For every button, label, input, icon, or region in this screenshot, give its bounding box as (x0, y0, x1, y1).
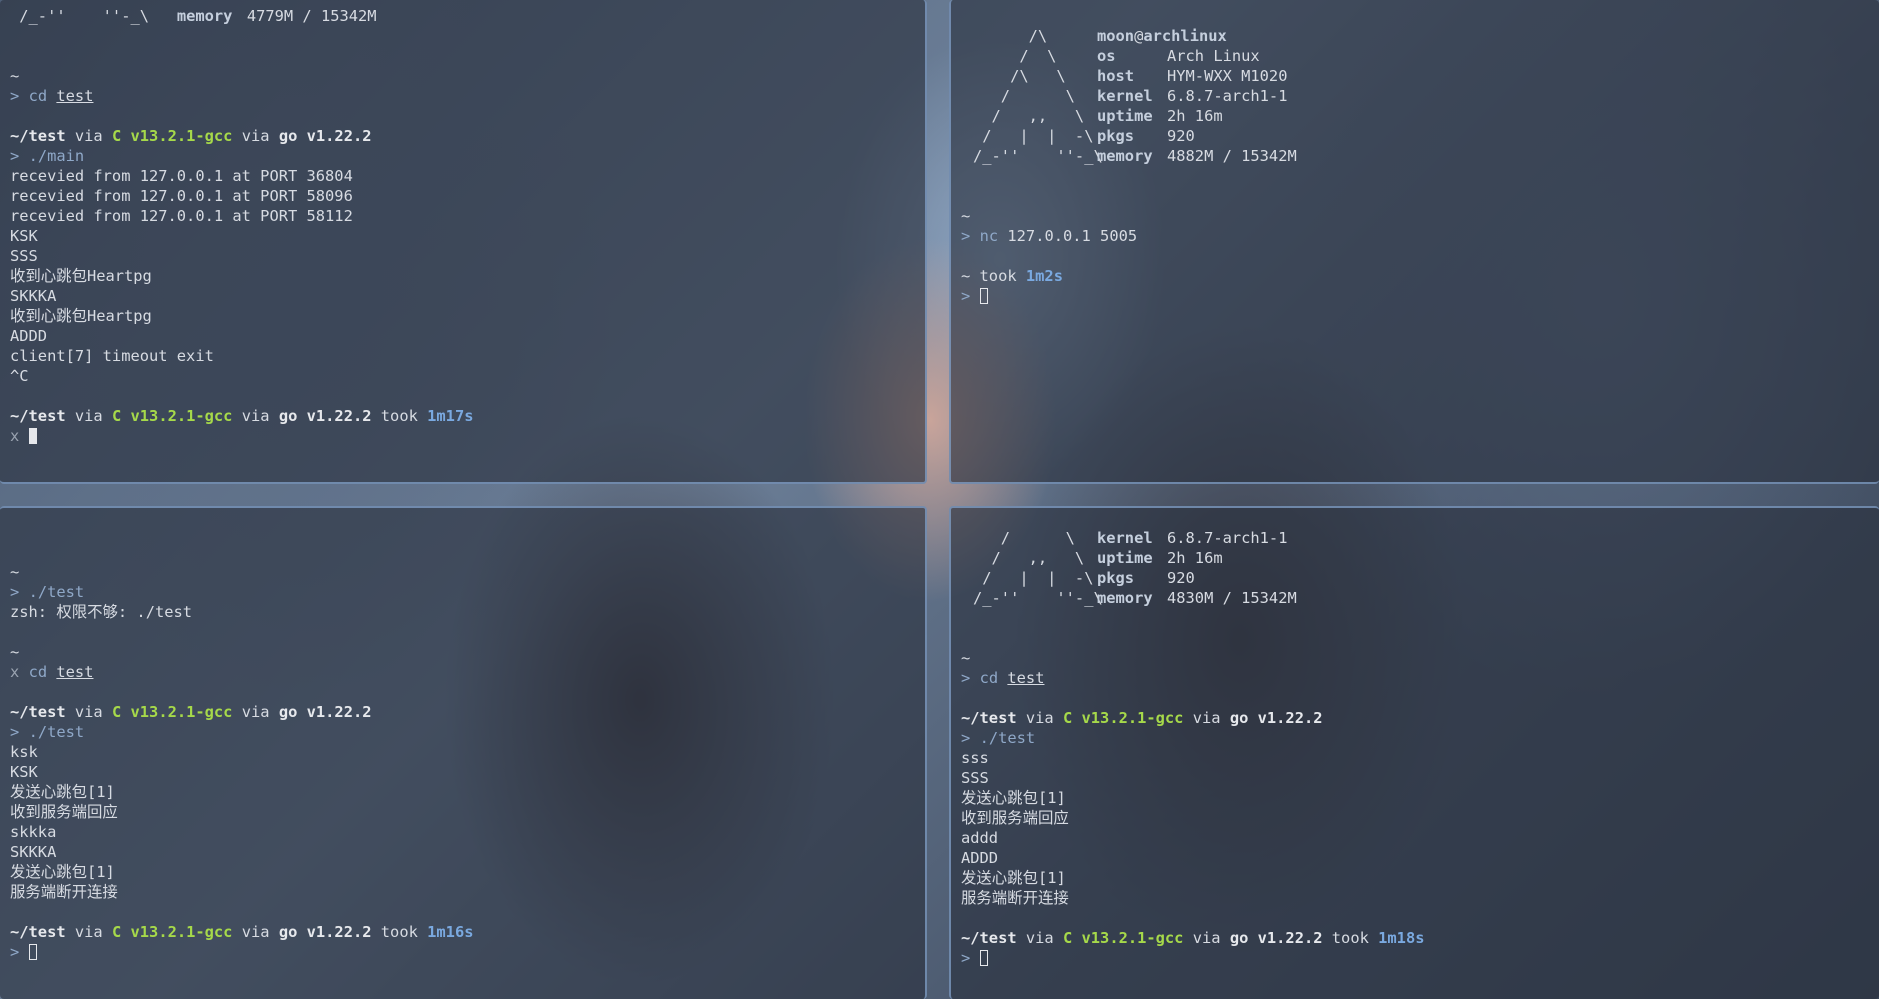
fastfetch-block: /\ / \ /\ \ / \ / ,, \ / | | -\ /_-'' ''… (961, 26, 1871, 166)
output-line: sss (961, 749, 989, 767)
output-line: 收到服务端回应 (10, 803, 118, 821)
prompt-status-line: ~ took 1m2s (961, 267, 1063, 285)
fastfetch-block: / \ / ,, \ / | | -\ /_-'' ''-_\ kernel 6.… (961, 528, 1871, 608)
terminal-pane-bottom-right[interactable]: / \ / ,, \ / | | -\ /_-'' ''-_\ kernel 6.… (949, 506, 1879, 999)
arch-logo-ascii: / \ / ,, \ / | | -\ /_-'' ''-_\ (973, 529, 1103, 607)
error-line: zsh: 权限不够: ./test (10, 603, 193, 621)
command-line: > cd test (961, 669, 1045, 687)
output-line: recevied from 127.0.0.1 at PORT 36804 (10, 167, 353, 185)
output-line: recevied from 127.0.0.1 at PORT 58112 (10, 207, 353, 225)
command-line: > ./test (10, 723, 85, 741)
prompt-symbol: > (10, 87, 20, 105)
output-line: 服务端断开连接 (961, 889, 1069, 907)
terminal-pane-bottom-left[interactable]: ~ > ./test zsh: 权限不够: ./test ~ x cd test… (0, 506, 927, 999)
prompt-status-line: ~/test via C v13.2.1-gcc via go v1.22.2 … (10, 407, 474, 425)
output-line: 收到服务端回应 (961, 809, 1069, 827)
command-line: > ./test (961, 729, 1036, 747)
fetch-memory-line: /_-'' ''-_\ memory 4779M / 15342M (10, 7, 377, 25)
text-cursor (28, 428, 37, 444)
output-line: ksk (10, 743, 38, 761)
prompt-status-line: ~/test via C v13.2.1-gcc via go v1.22.2 (10, 127, 372, 145)
system-info: kernel 6.8.7-arch1-1 uptime 2h 16m pkgs 920… (1097, 529, 1297, 607)
arch-logo-ascii: /\ / \ /\ \ / \ / ,, \ / | | -\ /_-'' ''… (973, 27, 1103, 165)
input-line[interactable]: x (10, 426, 917, 446)
output-line: client[7] timeout exit (10, 347, 214, 365)
terminal-output: /_-'' ''-_\ memory 4779M / 15342M ~ > cd … (10, 6, 917, 446)
terminal-output: / \ / ,, \ / | | -\ /_-'' ''-_\ kernel 6.… (961, 514, 1871, 968)
terminal-output: ~ > ./test zsh: 权限不够: ./test ~ x cd test… (10, 562, 917, 962)
prompt-status-line: ~/test via C v13.2.1-gcc via go v1.22.2 (10, 703, 372, 721)
terminal-pane-top-left[interactable]: /_-'' ''-_\ memory 4779M / 15342M ~ > cd … (0, 0, 927, 484)
input-line[interactable]: > (961, 286, 1871, 306)
output-line: KSK (10, 763, 38, 781)
output-line: 发送心跳包[1] (961, 789, 1066, 807)
output-line: 发送心跳包[1] (10, 783, 115, 801)
output-line: 收到心跳包Heartpg (10, 307, 152, 325)
output-line: SSS (10, 247, 38, 265)
user-host: moon@archlinux (1097, 27, 1227, 45)
output-line: SKKKA (10, 843, 57, 861)
cwd-line: ~ (961, 649, 971, 667)
prompt-status-line: ~/test via C v13.2.1-gcc via go v1.22.2 … (961, 929, 1425, 947)
input-line[interactable]: > (10, 942, 917, 962)
output-line: ADDD (10, 327, 48, 345)
command-line: > ./test (10, 583, 85, 601)
command-line: > ./main (10, 147, 85, 165)
text-cursor (979, 288, 988, 304)
output-line: ADDD (961, 849, 999, 867)
output-line: 收到心跳包Heartpg (10, 267, 152, 285)
cwd-line: ~ (10, 563, 20, 581)
output-line: 服务端断开连接 (10, 883, 118, 901)
system-info: moon@archlinux os Arch Linux host HYM-WXX … (1097, 27, 1297, 165)
output-line: 发送心跳包[1] (10, 863, 115, 881)
prompt-status-line: ~/test via C v13.2.1-gcc via go v1.22.2 (961, 709, 1323, 727)
command-line: > cd test (10, 87, 94, 105)
output-line: addd (961, 829, 999, 847)
terminal-pane-top-right[interactable]: /\ / \ /\ \ / \ / ,, \ / | | -\ /_-'' ''… (949, 0, 1879, 484)
text-cursor (28, 944, 37, 960)
output-line: SSS (961, 769, 989, 787)
output-line: skkka (10, 823, 57, 841)
cwd-line: ~ (10, 67, 20, 85)
command-line: > nc 127.0.0.1 5005 (961, 227, 1138, 245)
output-line: ^C (10, 367, 29, 385)
output-line: 发送心跳包[1] (961, 869, 1066, 887)
output-line: recevied from 127.0.0.1 at PORT 58096 (10, 187, 353, 205)
terminal-output: /\ / \ /\ \ / \ / ,, \ / | | -\ /_-'' ''… (961, 6, 1871, 306)
cwd-line: ~ (10, 643, 20, 661)
output-line: KSK (10, 227, 38, 245)
error-prompt-symbol: x (10, 427, 20, 445)
command-line: x cd test (10, 663, 94, 681)
prompt-status-line: ~/test via C v13.2.1-gcc via go v1.22.2 … (10, 923, 474, 941)
cwd-line: ~ (961, 207, 971, 225)
output-line: SKKKA (10, 287, 57, 305)
text-cursor (979, 950, 988, 966)
input-line[interactable]: > (961, 948, 1871, 968)
